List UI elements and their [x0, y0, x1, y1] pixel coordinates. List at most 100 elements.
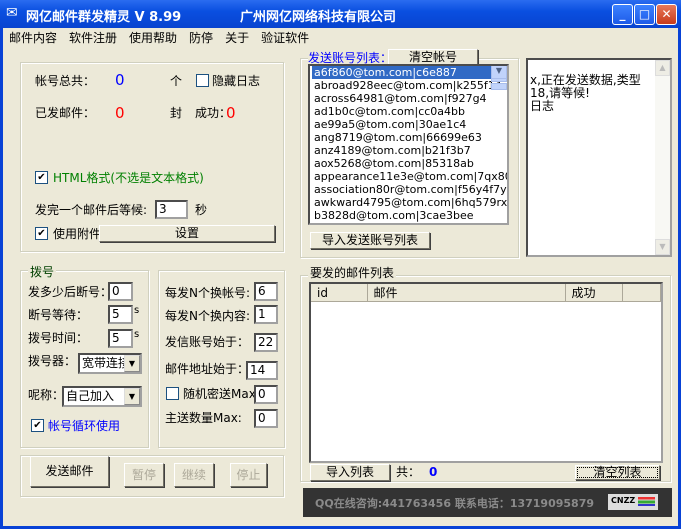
sent-label: 已发邮件：: [35, 106, 96, 120]
accounts-list[interactable]: a6f860@tom.com|c6e887 abroad928eec@tom.co…: [308, 64, 509, 225]
menu-anti-stop[interactable]: 防停: [189, 31, 213, 45]
clear-accounts-button[interactable]: 清空帐号: [388, 49, 478, 65]
per-account-input[interactable]: 6: [254, 282, 278, 301]
disconnect-after-input[interactable]: 0: [108, 282, 133, 301]
loop-accounts-label: 帐号循环使用: [48, 419, 121, 433]
attachment-checkbox[interactable]: ✔: [35, 227, 48, 240]
account-item[interactable]: ae99a5@tom.com|30ae1c4: [312, 118, 491, 131]
sender-start-label: 发信账号始于：: [165, 335, 250, 349]
wait-unit: 秒: [195, 203, 208, 217]
cnzz-text: CNZZ: [611, 496, 636, 505]
clear-list-button[interactable]: 清空列表: [575, 465, 660, 480]
account-item[interactable]: aox5268@tom.com|85318ab: [312, 157, 491, 170]
app-window: ✉ 网亿邮件群发精灵 V 8.99 广州网亿网络科技有限公司 _ □ ✕ 邮件内…: [0, 0, 681, 529]
account-item[interactable]: abroad928eec@tom.com|k255f14: [312, 79, 502, 92]
scroll-down-icon[interactable]: ▼: [491, 66, 507, 79]
dialer-select[interactable]: 宽带连接 ▼: [78, 353, 142, 374]
sender-start-input[interactable]: 22: [254, 333, 278, 352]
nickname-label: 呢称：: [28, 388, 65, 402]
log-textarea[interactable]: x,正在发送数据,类型 18,请等候! 日志 ▲ ▼: [526, 58, 672, 257]
import-list-tab[interactable]: 导入列表: [310, 464, 390, 481]
dial-time-label: 拨号时间：: [28, 331, 89, 345]
menu-bar: 邮件内容 软件注册 使用帮助 防停 关于 验证软件: [3, 28, 678, 48]
column-filler: [622, 284, 661, 302]
wait-input[interactable]: 3: [155, 200, 188, 219]
account-item[interactable]: a6f860@tom.com|c6e887: [312, 66, 491, 79]
hide-log-label: 隐藏日志: [212, 74, 261, 88]
per-account-label: 每发N个换帐号:: [165, 286, 251, 300]
mail-table[interactable]: id 邮件 成功: [309, 282, 663, 463]
account-item[interactable]: across64981@tom.com|f927g4: [312, 92, 491, 105]
stop-button[interactable]: 停止: [230, 463, 267, 487]
company-name: 广州网亿网络科技有限公司: [240, 10, 397, 25]
log-scrollbar[interactable]: ▲ ▼: [655, 60, 670, 255]
account-item[interactable]: awkward4795@tom.com|6hq579rx: [312, 196, 507, 209]
settings-button[interactable]: 设置: [99, 225, 275, 242]
chevron-down-icon: ▼: [124, 355, 140, 372]
dialer-label: 拨号器：: [28, 354, 77, 368]
menu-register[interactable]: 软件注册: [69, 31, 117, 45]
cnzz-logo-icon: [638, 497, 655, 506]
send-mail-button[interactable]: 发送邮件: [30, 456, 109, 487]
addr-start-label: 邮件地址始于：: [165, 362, 250, 376]
html-format-checkbox[interactable]: ✔: [35, 171, 48, 184]
account-item[interactable]: b3828d@tom.com|3cae3bee: [312, 209, 491, 222]
account-item[interactable]: anz4189@tom.com|b21f3b7: [312, 144, 491, 157]
to-max-input[interactable]: 0: [254, 409, 278, 428]
accounts-scrollbar[interactable]: ▲▼: [491, 66, 507, 90]
per-content-label: 每发N个换内容:: [165, 309, 251, 323]
mail-list-legend: 要发的邮件列表: [308, 264, 397, 281]
success-value: 0: [226, 104, 236, 122]
scroll-thumb[interactable]: [491, 83, 507, 90]
scroll-up-icon[interactable]: ▲: [655, 60, 670, 76]
count-value: 0: [429, 465, 438, 479]
pause-button[interactable]: 暂停: [124, 463, 164, 487]
column-mail[interactable]: 邮件: [367, 284, 566, 302]
disconnect-wait-unit: s: [134, 305, 140, 316]
per-content-input[interactable]: 1: [254, 305, 278, 324]
menu-verify[interactable]: 验证软件: [261, 31, 309, 45]
unit-feng: 封: [170, 106, 183, 120]
dial-time-unit: s: [134, 329, 140, 340]
close-button[interactable]: ✕: [656, 4, 677, 25]
import-accounts-button[interactable]: 导入发送账号列表: [310, 232, 430, 249]
disconnect-after-label: 发多少后断号：: [28, 285, 113, 299]
menu-help[interactable]: 使用帮助: [129, 31, 177, 45]
html-format-label: HTML格式(不选是文本格式): [53, 171, 204, 185]
dial-legend: 拨号: [28, 263, 57, 280]
disconnect-wait-label: 断号等待：: [28, 308, 89, 322]
menu-mail-content[interactable]: 邮件内容: [9, 31, 57, 45]
chevron-down-icon: ▼: [124, 388, 140, 405]
scroll-down-icon[interactable]: ▼: [655, 239, 670, 255]
count-label: 共：: [396, 465, 421, 479]
unit-ge: 个: [170, 74, 183, 88]
column-success[interactable]: 成功: [565, 284, 623, 302]
account-item[interactable]: ad1b0c@tom.com|cc0a4bb: [312, 105, 491, 118]
random-bcc-input[interactable]: 0: [254, 385, 278, 404]
column-id[interactable]: id: [311, 284, 368, 302]
account-total-value: 0: [115, 71, 125, 89]
to-max-label: 主送数量Max:: [165, 411, 242, 425]
minimize-button[interactable]: _: [612, 4, 633, 25]
account-item[interactable]: ang8719@tom.com|66699e63: [312, 131, 491, 144]
nickname-select[interactable]: 自己加入 ▼: [62, 386, 142, 407]
maximize-button[interactable]: □: [634, 4, 655, 25]
menu-about[interactable]: 关于: [225, 31, 249, 45]
title-bar: ✉ 网亿邮件群发精灵 V 8.99 广州网亿网络科技有限公司 _ □ ✕: [0, 0, 681, 28]
loop-accounts-checkbox[interactable]: ✔: [31, 419, 44, 432]
stats-group: [20, 62, 284, 252]
account-total-label: 帐号总共：: [35, 74, 96, 88]
disconnect-wait-input[interactable]: 5: [108, 305, 133, 324]
addr-start-input[interactable]: 14: [246, 361, 278, 380]
random-bcc-checkbox[interactable]: [166, 387, 179, 400]
resume-button[interactable]: 继续: [174, 463, 214, 487]
hide-log-checkbox[interactable]: [196, 74, 209, 87]
dialer-value: 宽带连接: [82, 356, 131, 370]
random-bcc-label: 随机密送Max: [183, 387, 256, 401]
footer-bar: QQ在线咨询:441763456 联系电话：13719095879 CNZZ: [303, 488, 672, 517]
cnzz-badge[interactable]: CNZZ: [608, 494, 658, 510]
account-item[interactable]: association80r@tom.com|f56y4f7y5: [312, 183, 507, 196]
account-item[interactable]: appearance11e3e@tom.com|7qx80t5: [312, 170, 507, 183]
sent-value: 0: [115, 104, 125, 122]
dial-time-input[interactable]: 5: [108, 329, 133, 348]
